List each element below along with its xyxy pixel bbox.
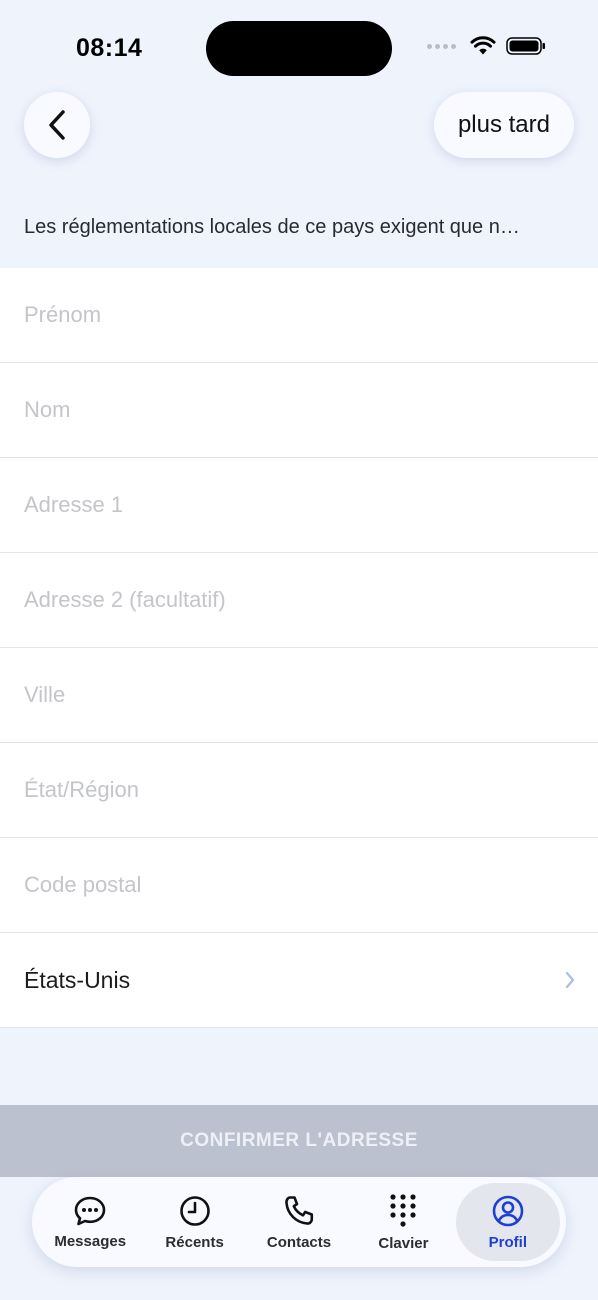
- phone-icon: [285, 1195, 314, 1225]
- state-input[interactable]: [24, 743, 574, 837]
- tab-recents[interactable]: Récents: [142, 1183, 246, 1261]
- tab-label: Clavier: [378, 1234, 429, 1252]
- address-form: États-Unis: [0, 268, 598, 1028]
- back-button[interactable]: [24, 92, 90, 158]
- tab-label: Messages: [54, 1232, 127, 1250]
- tab-label: Récents: [165, 1233, 224, 1251]
- state-field-row: [0, 743, 598, 838]
- address2-field-row: [0, 553, 598, 648]
- city-input[interactable]: [24, 648, 574, 742]
- tab-label: Profil: [488, 1233, 527, 1251]
- later-button[interactable]: plus tard: [433, 92, 574, 158]
- confirm-address-button[interactable]: CONFIRMER L'ADRESSE: [0, 1105, 598, 1179]
- chevron-right-icon: [565, 971, 575, 989]
- regulation-notice: Les réglementations locales de ce pays e…: [24, 216, 520, 238]
- tab-label: Contacts: [266, 1233, 332, 1251]
- battery-icon: [506, 37, 545, 55]
- first-name-input[interactable]: [24, 268, 574, 362]
- tab-bar-container: Messages Récents Contacts Clavier Profil: [0, 1177, 598, 1300]
- status-bar: 08:14: [0, 0, 598, 90]
- clock-icon: [179, 1195, 210, 1226]
- address2-input[interactable]: [24, 553, 574, 647]
- postal-code-input[interactable]: [24, 838, 574, 932]
- tab-profile[interactable]: Profil: [455, 1183, 561, 1261]
- chevron-left-icon: [49, 110, 65, 140]
- city-field-row: [0, 648, 598, 743]
- cellular-signal-icon: [427, 43, 456, 49]
- header: plus tard: [0, 92, 598, 162]
- postal-code-field-row: [0, 838, 598, 933]
- wifi-icon: [470, 36, 496, 55]
- tab-bar: Messages Récents Contacts Clavier Profil: [32, 1177, 566, 1267]
- last-name-input[interactable]: [24, 363, 574, 457]
- last-name-field-row: [0, 363, 598, 458]
- chat-bubble-icon: [74, 1196, 106, 1225]
- dynamic-island: [206, 21, 392, 76]
- country-value: États-Unis: [24, 966, 131, 993]
- address1-input[interactable]: [24, 458, 574, 552]
- country-selector[interactable]: États-Unis: [0, 933, 598, 1028]
- tab-keypad[interactable]: Clavier: [351, 1183, 455, 1261]
- keypad-icon: [390, 1193, 417, 1227]
- status-icons: [427, 36, 546, 56]
- address1-field-row: [0, 458, 598, 553]
- tab-messages[interactable]: Messages: [38, 1183, 142, 1261]
- first-name-field-row: [0, 268, 598, 363]
- status-time: 08:14: [76, 34, 143, 62]
- tab-contacts[interactable]: Contacts: [247, 1183, 351, 1261]
- profile-icon: [492, 1195, 524, 1226]
